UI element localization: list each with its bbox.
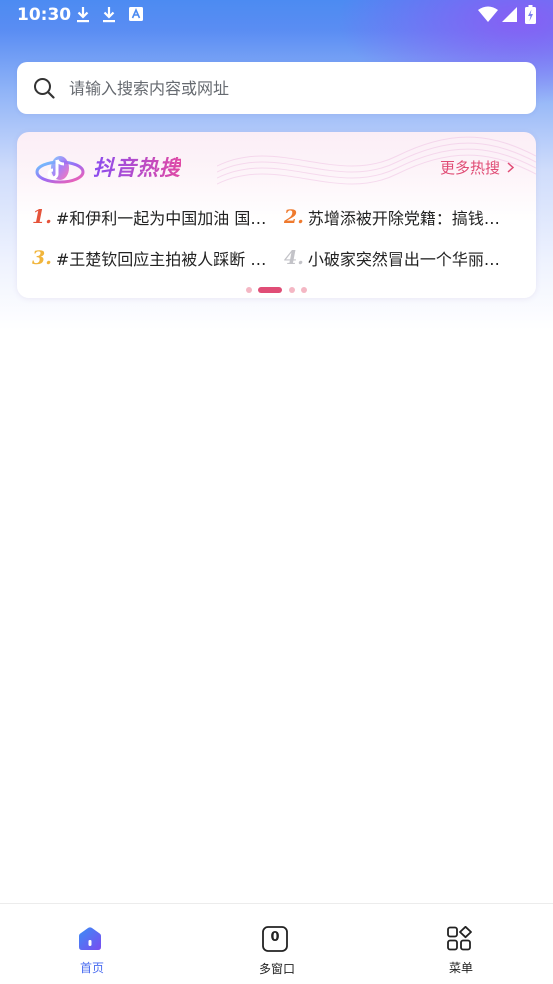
hot-search-item[interactable]: 2. 苏增添被开除党籍：搞钱… — [284, 205, 524, 229]
carousel-pager — [17, 286, 536, 294]
menu-grid-icon — [447, 926, 472, 951]
nav-multi-window[interactable]: 0 多窗口 — [217, 904, 337, 984]
douyin-logo-icon — [35, 156, 85, 184]
search-bar[interactable] — [17, 62, 536, 114]
download-icon — [103, 7, 115, 23]
hot-rank: 3. — [32, 247, 52, 269]
bottom-navigation: 首页 0 多窗口 菜单 — [0, 903, 553, 984]
hot-search-text: #王楚钦回应主拍被人踩断 … — [55, 250, 267, 269]
pager-dot[interactable] — [289, 287, 295, 293]
signal-icon — [502, 7, 517, 22]
chevron-right-icon — [507, 162, 514, 173]
home-icon — [79, 927, 101, 950]
pager-dot[interactable] — [246, 287, 252, 293]
hot-search-text: 苏增添被开除党籍：搞钱… — [307, 209, 500, 228]
more-hot-search-link[interactable]: 更多热搜 — [440, 157, 514, 178]
hot-rank: 1. — [32, 206, 52, 228]
download-icon — [77, 7, 89, 23]
hot-rank: 2. — [284, 206, 304, 228]
nav-multi-window-label: 多窗口 — [258, 962, 295, 976]
nav-menu[interactable]: 菜单 — [401, 904, 521, 984]
wifi-icon — [478, 6, 498, 22]
hot-search-item[interactable]: 4. 小破家突然冒出一个华丽… — [284, 246, 524, 270]
status-bar: 10:30 — [0, 0, 553, 30]
search-input[interactable] — [69, 74, 509, 102]
hot-search-card: 抖音热搜 更多热搜 1. #和伊利一起为中国加油 国… 2. 苏增添被开除党籍：… — [17, 132, 536, 298]
pager-dot[interactable] — [301, 287, 307, 293]
hot-search-item[interactable]: 3. #王楚钦回应主拍被人踩断 … — [32, 246, 280, 270]
hot-search-text: #和伊利一起为中国加油 国… — [55, 209, 267, 228]
hot-search-text: 小破家突然冒出一个华丽… — [307, 250, 500, 269]
battery-charging-icon — [525, 5, 536, 24]
hot-search-title: 抖音热搜 — [93, 152, 181, 182]
nav-home[interactable]: 首页 — [32, 904, 152, 984]
a-notification-icon — [129, 7, 143, 21]
nav-menu-label: 菜单 — [448, 961, 473, 975]
search-icon — [34, 78, 55, 99]
pager-dot-active[interactable] — [258, 287, 282, 293]
hot-rank: 4. — [284, 247, 304, 269]
tab-count: 0 — [270, 930, 280, 945]
more-hot-search-label: 更多热搜 — [439, 159, 500, 177]
status-time: 10:30 — [17, 5, 72, 25]
hot-search-item[interactable]: 1. #和伊利一起为中国加油 国… — [32, 205, 280, 229]
nav-home-label: 首页 — [79, 961, 104, 975]
